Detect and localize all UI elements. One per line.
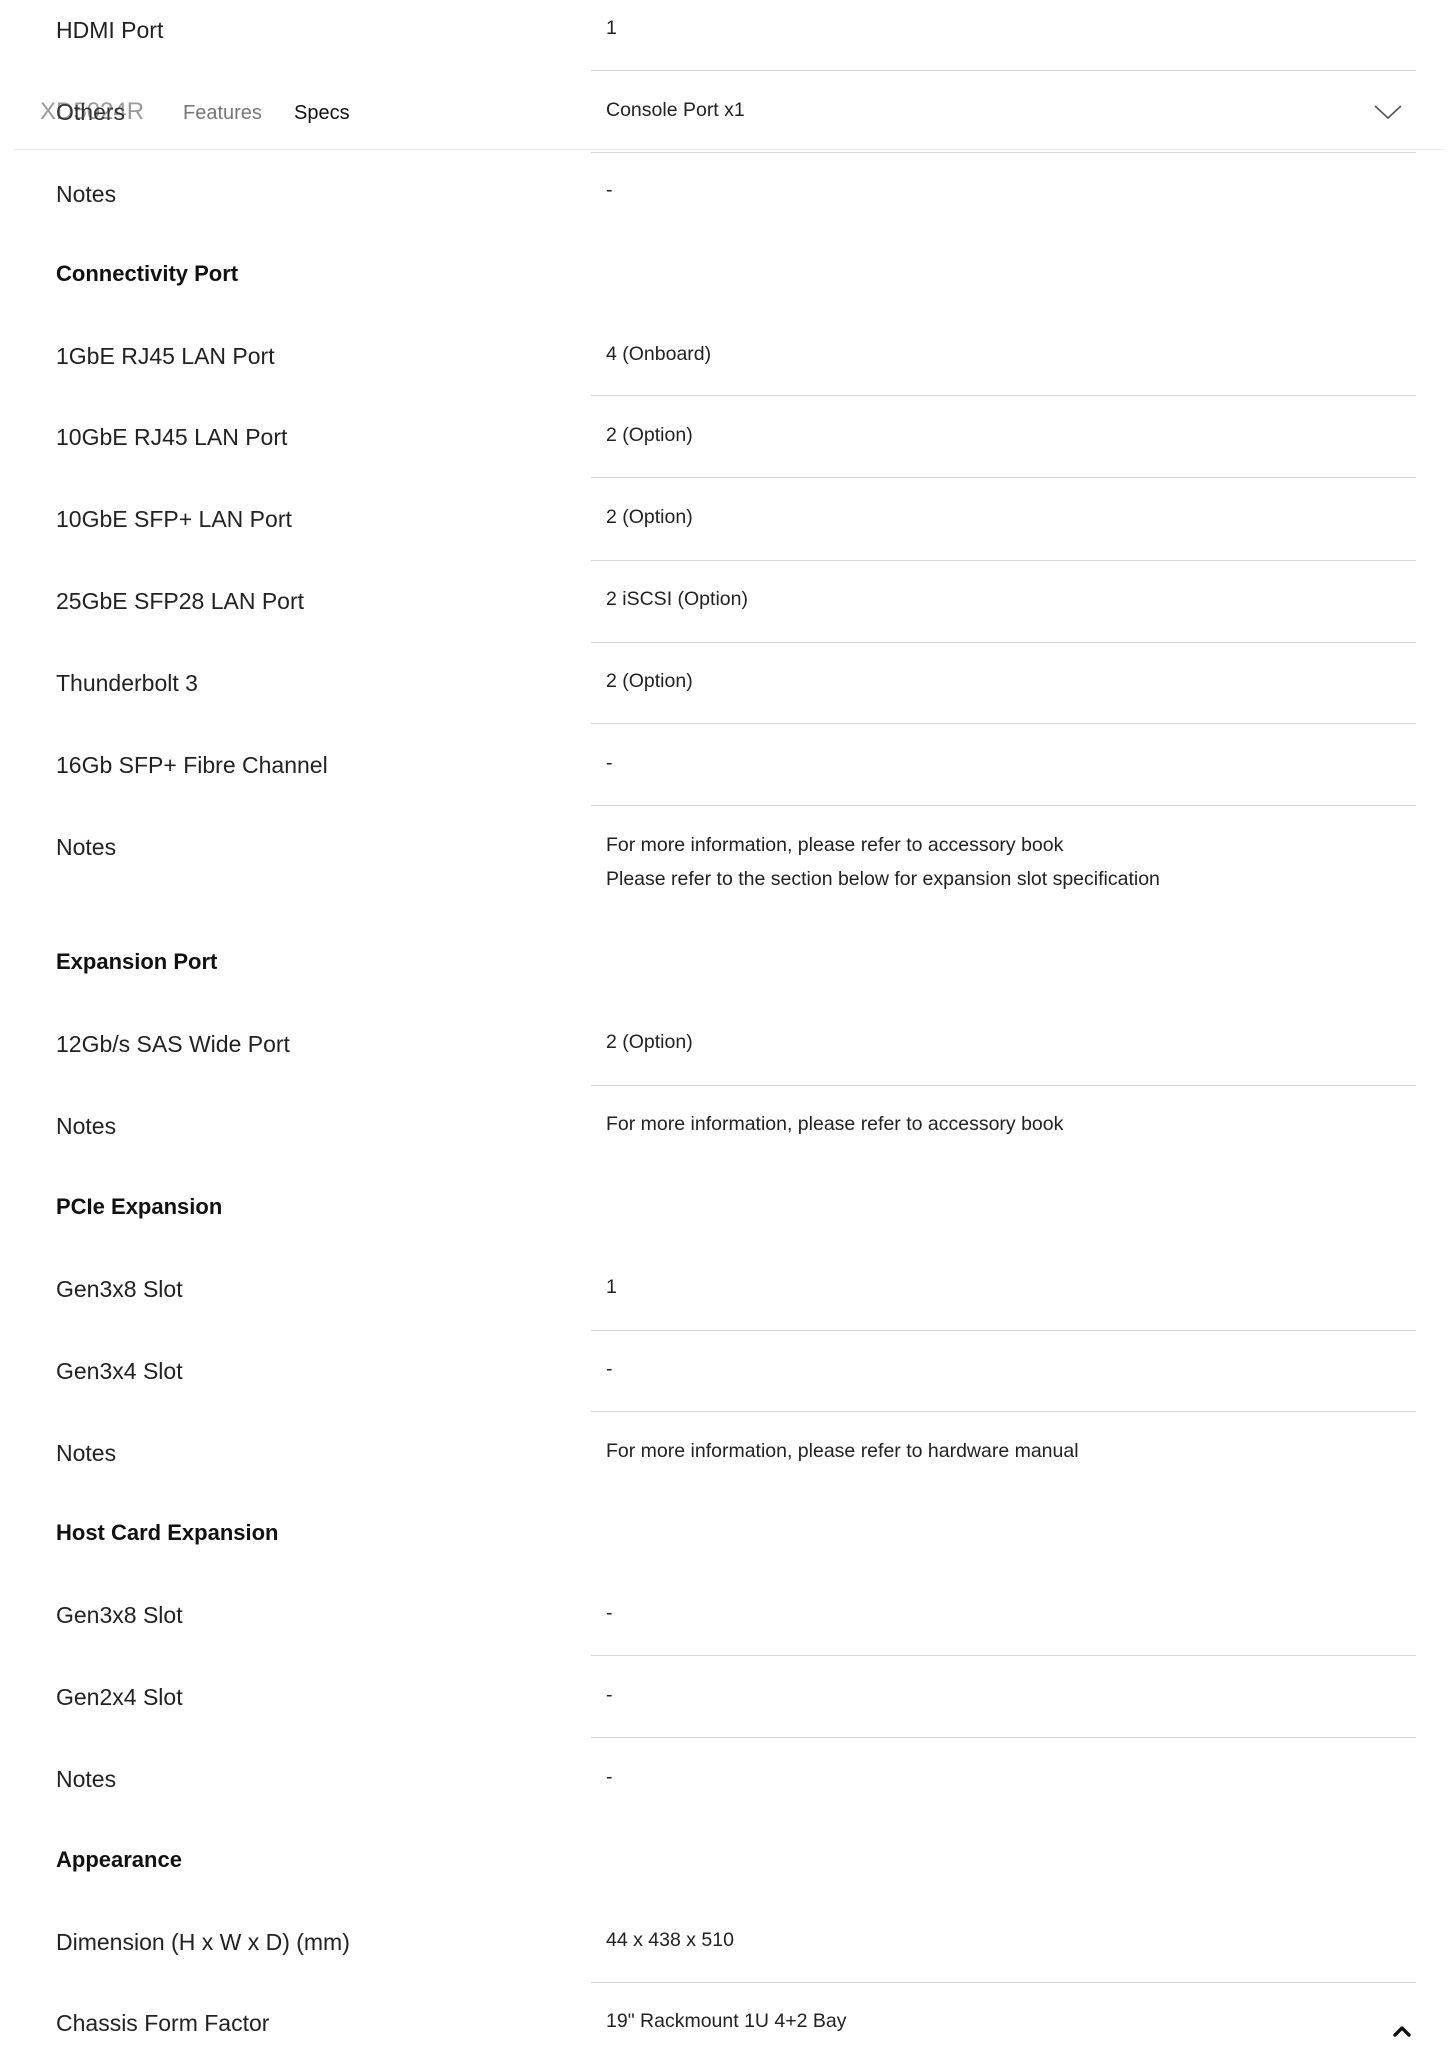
spec-value: 1 [606,1276,617,1298]
spec-value: - [606,1684,613,1706]
chevron-down-icon[interactable] [1373,102,1403,122]
spec-label: Chassis Form Factor [56,2010,270,2036]
spec-value: - [606,752,613,774]
row-divider [591,723,1416,724]
spec-value: 2 (Option) [606,670,693,692]
spec-label: Notes [56,1440,117,1466]
spec-label: 1GbE RJ45 LAN Port [56,343,275,369]
spec-label: Gen2x4 Slot [56,1684,183,1710]
spec-label: 16Gb SFP+ Fibre Channel [56,752,328,778]
spec-label: Gen3x8 Slot [56,1276,183,1302]
spec-value: 1 [606,17,617,39]
spec-value: - [606,1602,613,1624]
spec-value: - [606,1358,613,1380]
spec-value: - [606,1766,613,1788]
section-title-host-card: Host Card Expansion [56,1520,279,1545]
spec-value: - [606,179,613,201]
row-divider [591,395,1416,396]
row-divider [591,1330,1416,1331]
spec-value: 2 (Option) [606,1031,693,1053]
spec-label: Notes [56,1113,117,1139]
row-divider [591,560,1416,561]
spec-label: HDMI Port [56,17,164,43]
spec-label: 12Gb/s SAS Wide Port [56,1031,290,1057]
spec-value-line1: For more information, please refer to ac… [606,834,1064,856]
row-divider [591,1085,1416,1086]
section-title-appearance: Appearance [56,1847,182,1872]
spec-value-line2: Please refer to the section below for ex… [606,868,1160,890]
spec-value: For more information, please refer to ac… [606,1113,1064,1135]
row-divider [591,805,1416,806]
nav-link-specs[interactable]: Specs [294,100,350,126]
spec-label: Gen3x4 Slot [56,1358,183,1384]
spec-label: Notes [56,834,117,860]
row-divider [591,1411,1416,1412]
spec-value: 19" Rackmount 1U 4+2 Bay [606,2010,847,2032]
spec-label: Notes [56,1766,117,1792]
spec-label: Gen3x8 Slot [56,1602,183,1628]
spec-label: 10GbE SFP+ LAN Port [56,506,292,532]
spec-value: 2 (Option) [606,506,693,528]
row-divider [591,152,1416,153]
spec-label-others: Others [56,99,126,125]
spec-label: 10GbE RJ45 LAN Port [56,424,288,450]
header-divider [14,149,1444,150]
section-title-pcie: PCIe Expansion [56,1194,223,1219]
row-divider [591,1655,1416,1656]
spec-value: 2 iSCSI (Option) [606,588,748,610]
chevron-up-icon[interactable] [1390,2020,1414,2042]
row-divider [591,70,1416,71]
spec-label: 25GbE SFP28 LAN Port [56,588,305,614]
spec-label: Thunderbolt 3 [56,670,198,696]
section-title-expansion: Expansion Port [56,949,218,974]
section-title-connectivity: Connectivity Port [56,261,239,286]
row-divider [591,1982,1416,1983]
spec-value: 2 (Option) [606,424,693,446]
sticky-product-nav: XD5024R Others Features Specs [0,80,1450,150]
spec-label: Notes [56,181,117,207]
row-divider [591,477,1416,478]
spec-value: 44 x 438 x 510 [606,1929,734,1951]
spec-value: For more information, please refer to ha… [606,1440,1079,1462]
nav-link-features[interactable]: Features [183,100,262,126]
spec-label: Dimension (H x W x D) (mm) [56,1929,350,1955]
row-divider [591,642,1416,643]
row-divider [591,1737,1416,1738]
spec-value: 4 (Onboard) [606,343,712,365]
